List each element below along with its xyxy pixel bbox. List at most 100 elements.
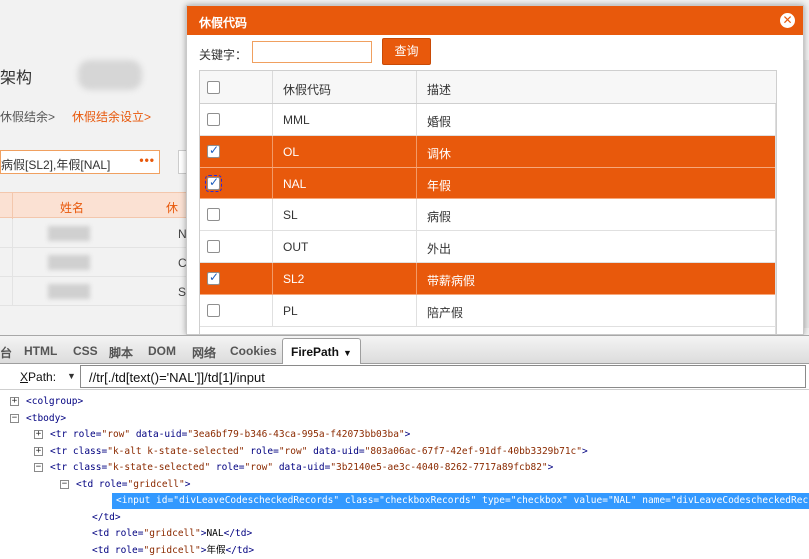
row-checkbox[interactable] bbox=[207, 270, 220, 285]
xpath-mode-dropdown[interactable]: XPath: bbox=[20, 370, 56, 384]
row-checkbox[interactable] bbox=[207, 143, 220, 158]
tree-node[interactable]: + <colgroup> bbox=[0, 394, 809, 410]
tree-token: "NAL" bbox=[607, 495, 643, 506]
row-checkbox[interactable] bbox=[205, 174, 222, 192]
breadcrumb-item[interactable]: 休假结余> bbox=[0, 108, 55, 125]
table-row[interactable]: C bbox=[0, 248, 190, 277]
tree-token: id= bbox=[156, 495, 174, 506]
tab-console[interactable]: 台 bbox=[0, 344, 12, 361]
leave-code-cell: SL bbox=[283, 208, 298, 223]
tree-token: role= bbox=[72, 429, 102, 440]
tree-node[interactable]: + <tr class="k-alt k-state-selected" role… bbox=[0, 444, 809, 460]
tab-dom[interactable]: DOM bbox=[148, 344, 176, 358]
tree-token: <tbody> bbox=[26, 412, 67, 424]
expand-icon[interactable]: + bbox=[34, 446, 43, 456]
tree-token: role= bbox=[98, 478, 128, 490]
tab-firepath[interactable]: FirePath ▼ bbox=[282, 338, 361, 365]
tree-node[interactable]: − <td role="gridcell"> bbox=[0, 477, 809, 493]
chevron-down-icon[interactable]: ▼ bbox=[343, 348, 352, 358]
grid-scrollbar[interactable] bbox=[775, 104, 776, 334]
table-row[interactable]: SL 病假 bbox=[200, 199, 776, 232]
table-row[interactable]: OUT 外出 bbox=[200, 231, 776, 263]
blurred-name bbox=[48, 255, 90, 270]
xpath-input[interactable]: //tr[./td[text()='NAL']]/td[1]/input bbox=[80, 365, 806, 388]
tree-token: </td> bbox=[223, 528, 253, 539]
column-header-code[interactable]: 休假代码 bbox=[283, 81, 331, 98]
tree-token: type= bbox=[482, 495, 511, 506]
tree-token: data-uid= bbox=[313, 445, 365, 457]
leave-code-grid: 休假代码 描述 MML 婚假 OL 调休 NAL 年假 SL 病假 OUT 外出 SL2 带薪病假 PL… bbox=[199, 70, 777, 334]
tree-node[interactable]: <td role="gridcell">年假</td> bbox=[0, 543, 809, 559]
select-all-checkbox[interactable] bbox=[207, 81, 220, 94]
row-checkbox[interactable] bbox=[207, 113, 220, 126]
tree-token: "3ea6bf79-b346-43ca-995a-f42073bb03ba" bbox=[187, 429, 405, 440]
column-header-name[interactable]: 姓名 bbox=[60, 199, 84, 216]
tree-token: class= bbox=[344, 495, 380, 506]
tree-node[interactable]: − <tr class="k-state-selected" role="row"… bbox=[0, 460, 809, 476]
tree-token: NAL bbox=[206, 528, 224, 539]
row-checkbox[interactable] bbox=[207, 240, 220, 254]
keyword-label: 关键字： bbox=[199, 48, 248, 62]
tree-token: <td bbox=[76, 478, 99, 490]
breadcrumb-current[interactable]: 休假结余设立> bbox=[72, 108, 151, 125]
tree-token: "3b2140e5-ae3c-4040-8262-7717a89fcb82" bbox=[330, 462, 548, 473]
table-row[interactable]: NAL 年假 bbox=[200, 167, 776, 200]
expand-icon[interactable]: + bbox=[34, 430, 43, 439]
tree-token: name= bbox=[642, 495, 671, 506]
tab-net[interactable]: 网络 bbox=[192, 344, 216, 361]
tree-token: "k-alt k-state-selected" bbox=[107, 445, 251, 457]
close-icon[interactable]: ✕ bbox=[780, 13, 795, 28]
leave-code-cell: OL bbox=[283, 144, 300, 159]
tree-token: "k-state-selected" bbox=[107, 462, 216, 473]
chevron-down-icon[interactable]: ▼ bbox=[67, 371, 76, 381]
dialog-titlebar: 休假代码 ✕ bbox=[187, 6, 803, 35]
table-row[interactable]: SL2 带薪病假 bbox=[200, 262, 776, 295]
tree-token: <td bbox=[92, 544, 115, 556]
tab-html[interactable]: HTML bbox=[24, 344, 57, 358]
grid-header: 休假代码 描述 bbox=[200, 71, 776, 104]
table-row[interactable]: N bbox=[0, 219, 190, 248]
collapse-icon[interactable]: − bbox=[34, 463, 43, 472]
row-checkbox[interactable] bbox=[207, 208, 220, 222]
table-row[interactable]: PL 陪产假 bbox=[200, 294, 776, 327]
tab-cookies[interactable]: Cookies bbox=[230, 344, 277, 358]
tree-token: role= bbox=[114, 528, 144, 539]
tree-node[interactable]: − <tbody> bbox=[0, 411, 809, 427]
tree-node[interactable]: + <tr role="row" data-uid="3ea6bf79-b346-… bbox=[0, 427, 809, 443]
tab-script[interactable]: 脚本 bbox=[109, 344, 133, 361]
description-cell: 婚假 bbox=[427, 115, 452, 129]
firebug-tabbar: 台 HTML CSS 脚本 DOM 网络 Cookies FirePath ▼ bbox=[0, 336, 809, 365]
tree-token: <input bbox=[116, 495, 157, 506]
collapse-icon[interactable]: − bbox=[10, 413, 19, 423]
tree-token: data-uid= bbox=[135, 429, 188, 440]
tree-node[interactable]: </td> bbox=[0, 510, 809, 526]
tree-token: "gridcell" bbox=[143, 544, 201, 556]
description-cell: 外出 bbox=[427, 242, 452, 257]
tree-token: data-uid= bbox=[278, 462, 331, 473]
table-row[interactable]: MML 婚假 bbox=[200, 104, 776, 136]
description-cell: 病假 bbox=[427, 210, 452, 225]
keyword-input[interactable] bbox=[252, 41, 372, 63]
leave-code-cell: SL2 bbox=[283, 271, 305, 286]
column-header-description[interactable]: 描述 bbox=[427, 81, 451, 98]
tree-token: "row" bbox=[244, 462, 279, 473]
tree-node[interactable]: <td role="gridcell">NAL</td> bbox=[0, 526, 809, 542]
leave-code-field[interactable]: 病假[SL2],年假[NAL] ••• bbox=[0, 150, 160, 174]
tree-token: <tr bbox=[50, 445, 73, 457]
tree-token: "gridcell" bbox=[127, 478, 185, 490]
description-cell: 调休 bbox=[427, 146, 452, 161]
column-header-leave[interactable]: 休 bbox=[166, 199, 178, 216]
tree-token: 年假 bbox=[206, 544, 226, 556]
more-options-icon[interactable]: ••• bbox=[139, 153, 155, 167]
row-code: S bbox=[178, 285, 187, 299]
tab-css[interactable]: CSS bbox=[73, 344, 98, 358]
collapse-icon[interactable]: − bbox=[60, 479, 69, 489]
leave-code-cell: OUT bbox=[283, 240, 309, 255]
table-row[interactable]: OL 调休 bbox=[200, 135, 776, 168]
tree-node[interactable]: <input id="divLeaveCodescheckedRecords" … bbox=[0, 493, 809, 509]
search-button[interactable]: 查询 bbox=[382, 38, 431, 65]
expand-icon[interactable]: + bbox=[10, 397, 19, 406]
row-checkbox[interactable] bbox=[207, 303, 220, 317]
table-row[interactable]: S bbox=[0, 277, 190, 306]
tree-token: <tr bbox=[50, 462, 73, 473]
